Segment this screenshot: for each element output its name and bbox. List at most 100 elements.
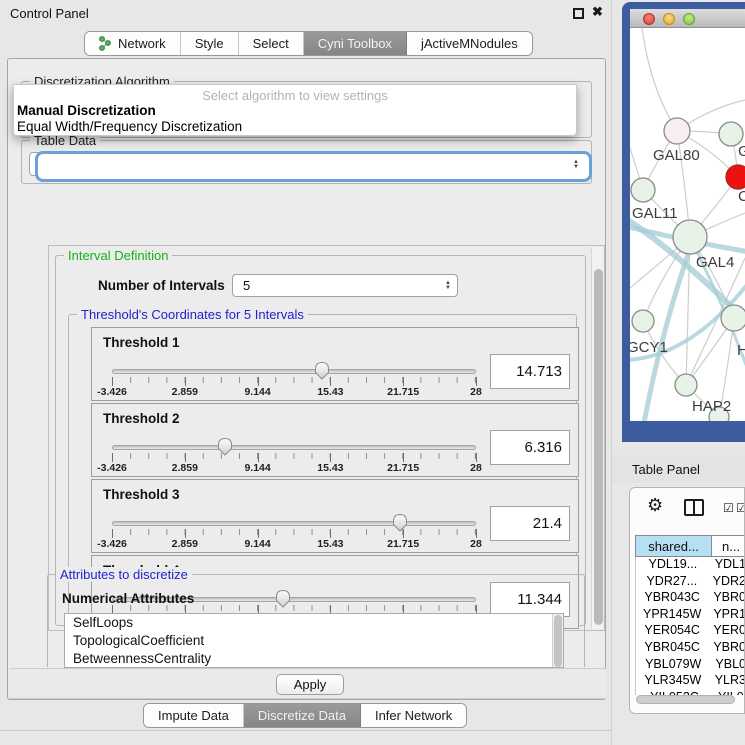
network-icon — [99, 36, 112, 51]
threshold-2-slider-track[interactable] — [112, 445, 476, 450]
list-item[interactable]: BetweennessCentrality — [65, 650, 563, 668]
attributes-scrollbar-thumb[interactable] — [554, 615, 562, 667]
threshold-2-slider-thumb[interactable] — [217, 437, 233, 461]
network-node[interactable] — [632, 310, 654, 332]
zoom-traffic-light-icon[interactable] — [683, 13, 695, 25]
threshold-3-value[interactable]: 21.4 — [490, 506, 570, 541]
tab-style[interactable]: Style — [181, 32, 239, 55]
minimize-traffic-light-icon[interactable] — [663, 13, 675, 25]
table-row[interactable]: YBR043CYBR0 — [636, 590, 745, 607]
cyni-mode-tabs: Impute Data Discretize Data Infer Networ… — [143, 703, 467, 728]
cell[interactable]: YER0 — [708, 623, 745, 640]
threshold-2-label: Threshold 2 — [103, 411, 180, 426]
apply-band: Apply — [9, 668, 606, 699]
checkbox-icon[interactable]: ☑ — [723, 501, 734, 515]
cell[interactable]: YLR345W — [636, 673, 710, 690]
network-node[interactable] — [631, 178, 655, 202]
tick-label: 2.859 — [172, 462, 198, 474]
tab-network[interactable]: Network — [85, 32, 181, 55]
cell[interactable]: YPR1 — [708, 607, 745, 624]
table-row[interactable]: YER054CYER0 — [636, 623, 745, 640]
node-label: G — [738, 143, 745, 160]
cell[interactable]: YDR27... — [636, 574, 708, 591]
network-node[interactable] — [673, 220, 707, 254]
network-canvas[interactable]: GAL80 G GAL11 C GAL4 GCY1 H HAP2 — [630, 28, 745, 421]
list-item[interactable]: SelfLoops — [65, 614, 563, 632]
column-header-name[interactable]: n... — [712, 536, 745, 556]
thresholds-group-title: Threshold's Coordinates for 5 Intervals — [77, 307, 308, 322]
table-row[interactable]: YLR345WYLR3 — [636, 673, 745, 690]
network-node[interactable] — [721, 305, 745, 331]
column-layout-icon[interactable] — [684, 499, 704, 516]
cell[interactable]: YBL079W — [636, 657, 710, 674]
table-row[interactable]: YDR27...YDR2 — [636, 574, 745, 591]
tick-label: -3.426 — [97, 462, 127, 474]
table-hscrollbar-thumb[interactable] — [636, 695, 735, 704]
checkbox-icon[interactable]: ☑ — [736, 501, 745, 515]
node-label: GAL80 — [653, 147, 700, 164]
table-row[interactable]: YDL19...YDL1 — [636, 557, 745, 574]
table-body[interactable]: YDL19...YDL1 YDR27...YDR2 YBR043CYBR0 YP… — [635, 557, 745, 695]
tab-jactive-label: jActiveMNodules — [421, 36, 518, 51]
cell[interactable]: YDL1 — [710, 557, 745, 574]
threshold-1-value[interactable]: 14.713 — [490, 354, 570, 389]
numerical-attributes-list[interactable]: SelfLoops TopologicalCoefficient Between… — [64, 613, 564, 668]
table-row[interactable]: YPR145WYPR1 — [636, 607, 745, 624]
tick-label: 28 — [470, 462, 482, 474]
tab-discretize-data[interactable]: Discretize Data — [244, 704, 361, 727]
list-item[interactable]: TopologicalCoefficient — [65, 632, 563, 650]
cell[interactable]: YBR0 — [708, 590, 745, 607]
menu-item-equal-width-frequency[interactable]: Equal Width/Frequency Discretization — [17, 119, 242, 134]
threshold-3-slider-track[interactable] — [112, 521, 476, 526]
cell[interactable]: YPR145W — [636, 607, 708, 624]
threshold-4-slider-thumb[interactable] — [275, 589, 291, 613]
cell[interactable]: YBR0 — [708, 640, 745, 657]
threshold-3-slider-thumb[interactable] — [392, 513, 408, 537]
interval-definition-title: Interval Definition — [64, 248, 172, 263]
tab-jactivemnodules[interactable]: jActiveMNodules — [407, 32, 532, 55]
tab-cyni-toolbox[interactable]: Cyni Toolbox — [304, 32, 407, 55]
threshold-1-slider-track[interactable] — [112, 369, 476, 374]
slider-ticks — [112, 453, 476, 459]
attributes-scrollbar[interactable] — [552, 614, 563, 667]
table-panel-titlebar: Table Panel — [612, 455, 745, 483]
tab-select-label: Select — [253, 36, 289, 51]
settings-scrollbar[interactable] — [591, 247, 603, 629]
network-window-titlebar[interactable] — [630, 9, 745, 28]
network-node[interactable] — [664, 118, 690, 144]
settings-scrollbar-thumb[interactable] — [594, 269, 603, 625]
node-label: GCY1 — [630, 339, 668, 356]
column-header-shared-name[interactable]: shared... — [636, 536, 712, 556]
cell[interactable]: YBL0 — [710, 657, 745, 674]
network-node-selected[interactable] — [726, 165, 745, 189]
algorithm-combobox[interactable]: ▲▼ — [35, 151, 592, 182]
close-icon[interactable]: ✖ — [592, 4, 603, 20]
threshold-2-value[interactable]: 6.316 — [490, 430, 570, 465]
table-row[interactable]: YBR045CYBR0 — [636, 640, 745, 657]
float-window-icon[interactable] — [573, 8, 584, 19]
apply-button[interactable]: Apply — [276, 674, 344, 695]
num-intervals-combobox[interactable]: 5 ▲▼ — [232, 274, 458, 297]
network-node[interactable] — [675, 374, 697, 396]
menu-item-manual-discretization[interactable]: Manual Discretization — [17, 103, 156, 118]
cell[interactable]: YBR045C — [636, 640, 708, 657]
tab-impute-data[interactable]: Impute Data — [144, 704, 244, 727]
node-table: shared... n... YDL19...YDL1 YDR27...YDR2… — [635, 535, 745, 695]
cell[interactable]: YDL19... — [636, 557, 710, 574]
table-row[interactable]: YBL079WYBL0 — [636, 657, 745, 674]
cell[interactable]: YBR043C — [636, 590, 708, 607]
threshold-1-slider-thumb[interactable] — [314, 361, 330, 385]
close-traffic-light-icon[interactable] — [643, 13, 655, 25]
threshold-1-box: Threshold 1 -3.426 2.859 9.144 15.43 21.… — [91, 327, 579, 401]
table-panel-title: Table Panel — [632, 462, 700, 477]
gear-icon[interactable]: ⚙ — [647, 495, 663, 516]
tab-infer-network[interactable]: Infer Network — [361, 704, 466, 727]
cell[interactable]: YDR2 — [708, 574, 745, 591]
screen: Control Panel ✖ Network Style Select Cyn… — [0, 0, 745, 745]
cell[interactable]: YER054C — [636, 623, 708, 640]
table-hscrollbar[interactable] — [636, 695, 739, 705]
tab-select[interactable]: Select — [239, 32, 304, 55]
table-header-row: shared... n... — [635, 535, 745, 557]
cell[interactable]: YLR3 — [710, 673, 745, 690]
tick-label: 2.859 — [172, 538, 198, 550]
